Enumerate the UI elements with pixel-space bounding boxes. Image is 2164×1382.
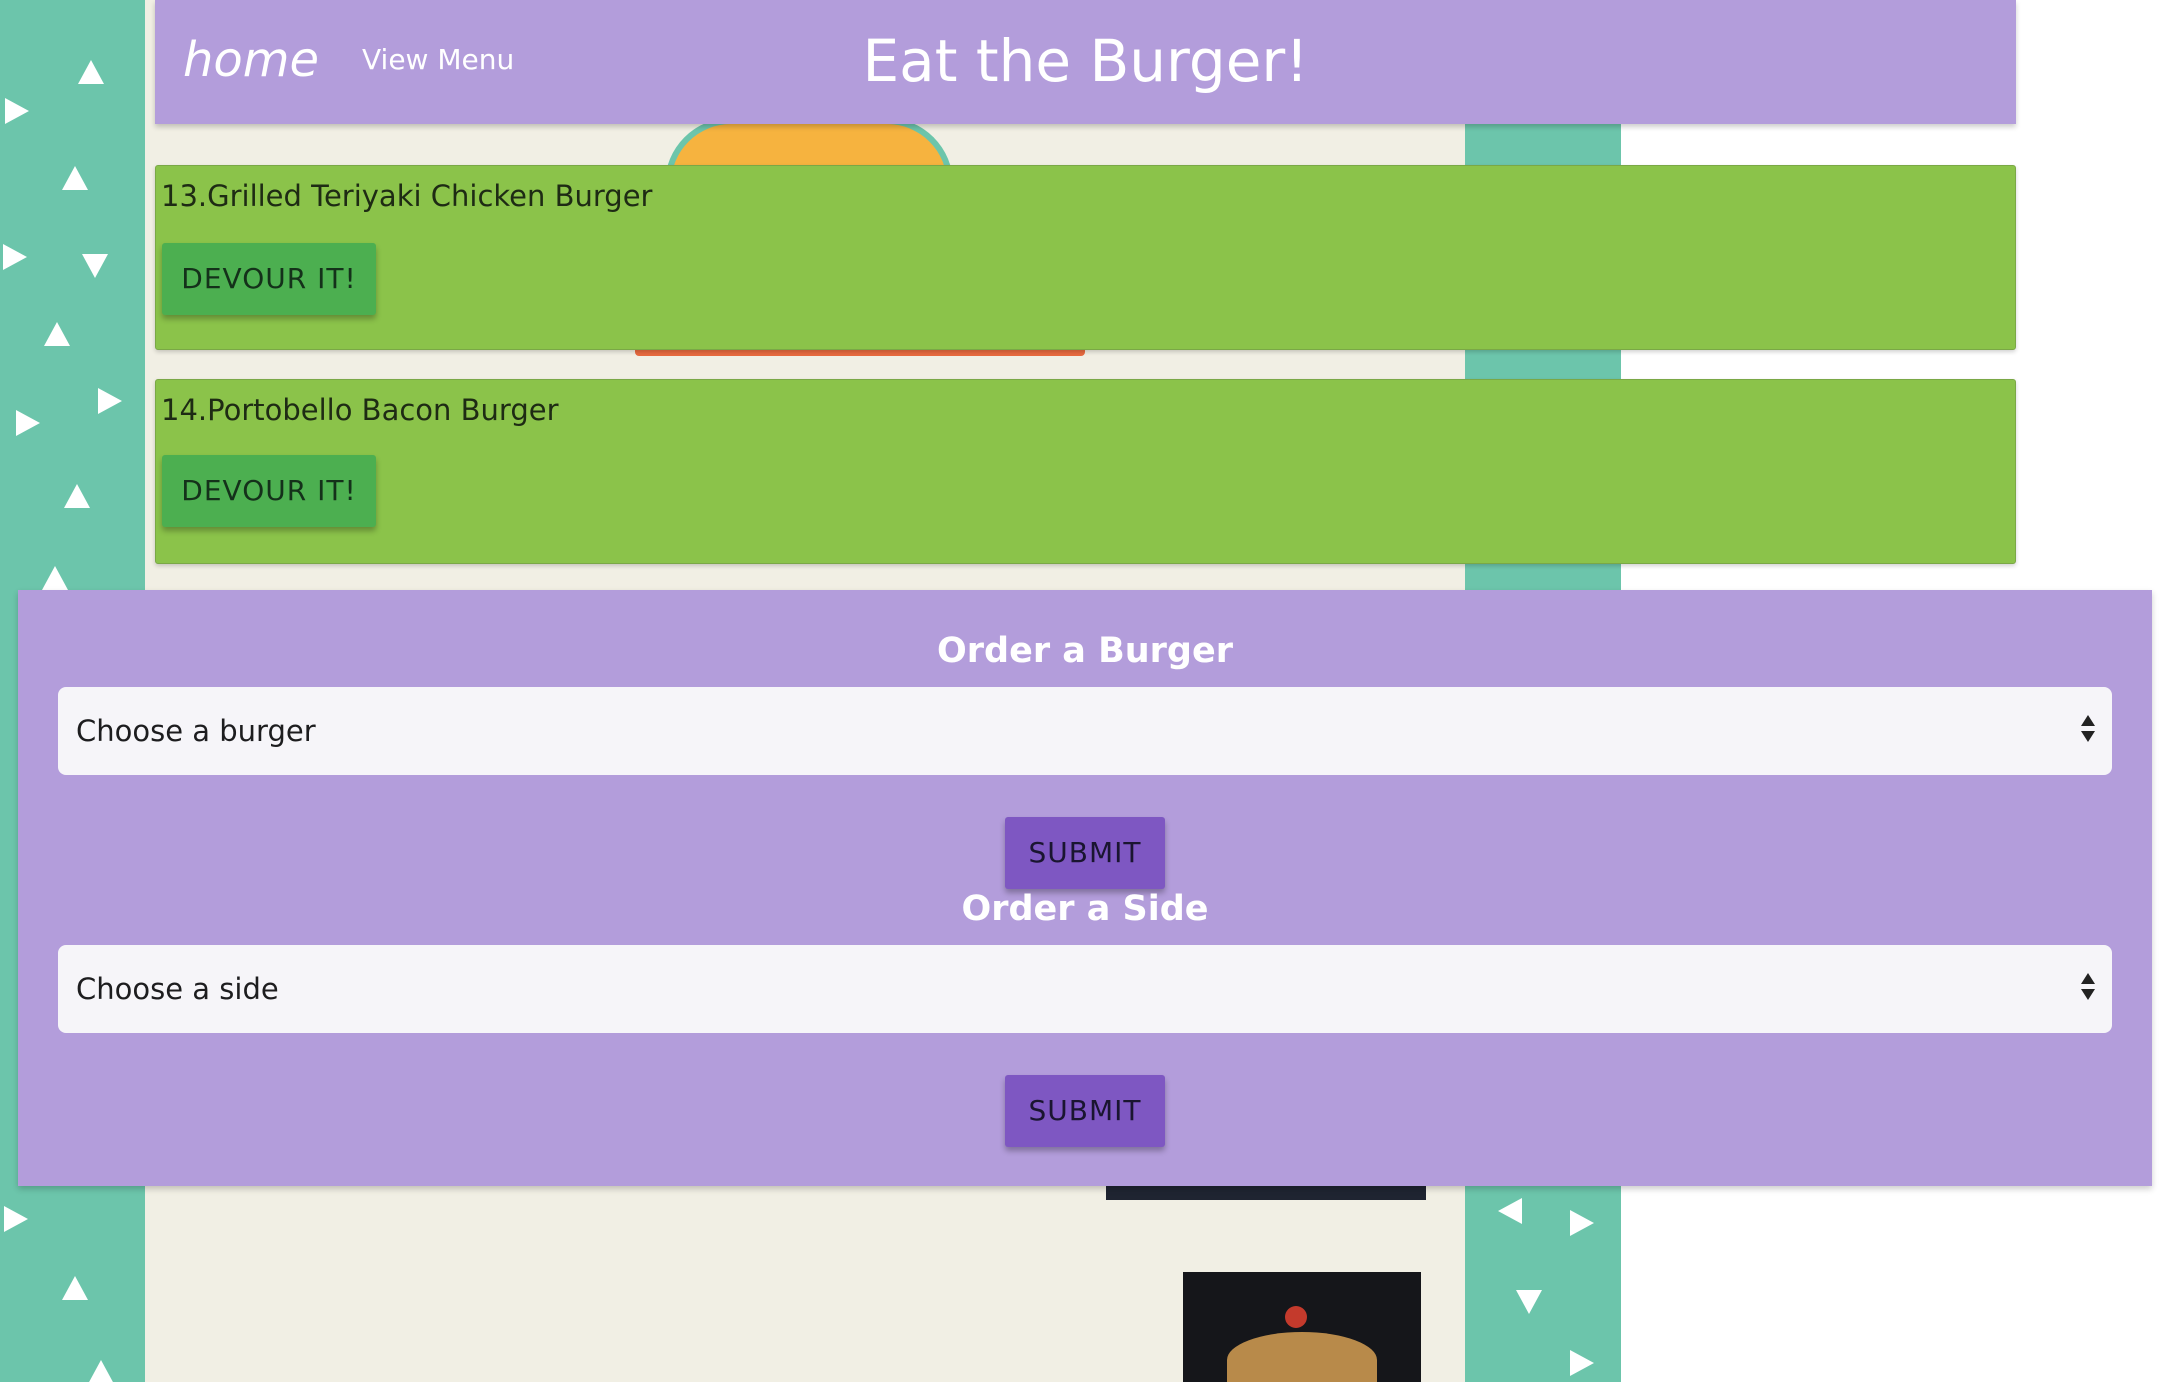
order-side-title: Order a Side: [961, 889, 1209, 929]
burger-select[interactable]: Choose a burger: [58, 687, 2112, 775]
triangle-decoration: [3, 244, 27, 270]
burger-photo-bun: [1227, 1332, 1377, 1382]
burger-name: 14.Portobello Bacon Burger: [161, 393, 559, 427]
triangle-decoration: [1498, 1198, 1522, 1224]
burger-photo: [1183, 1272, 1421, 1382]
side-select-value: Choose a side: [76, 972, 279, 1006]
triangle-decoration: [1516, 1290, 1542, 1314]
submit-burger-button[interactable]: SUBMIT: [1005, 817, 1165, 889]
side-select[interactable]: Choose a side: [58, 945, 2112, 1033]
burger-card: 14.Portobello Bacon Burger DEVOUR IT!: [155, 379, 2016, 564]
burger-card: 13.Grilled Teriyaki Chicken Burger DEVOU…: [155, 165, 2016, 350]
triangle-decoration: [62, 1276, 88, 1300]
burger-name: 13.Grilled Teriyaki Chicken Burger: [161, 179, 653, 213]
triangle-decoration: [5, 98, 29, 124]
triangle-decoration: [82, 254, 108, 278]
burger-select-value: Choose a burger: [76, 714, 316, 748]
devour-button[interactable]: DEVOUR IT!: [162, 455, 376, 527]
select-arrows-icon: [2080, 715, 2096, 747]
navbar: home View Menu Eat the Burger!: [155, 0, 2016, 124]
submit-side-button[interactable]: SUBMIT: [1005, 1075, 1165, 1147]
triangle-decoration: [16, 410, 40, 436]
triangle-decoration: [44, 322, 70, 346]
triangle-decoration: [1570, 1210, 1594, 1236]
order-panel: Order a Burger Choose a burger SUBMIT Or…: [18, 590, 2152, 1186]
triangle-decoration: [64, 484, 90, 508]
order-burger-title: Order a Burger: [937, 631, 1233, 671]
triangle-decoration: [88, 1360, 114, 1382]
devour-button[interactable]: DEVOUR IT!: [162, 243, 376, 315]
triangle-decoration: [78, 60, 104, 84]
burger-photo-tomato: [1285, 1306, 1307, 1328]
page-title: Eat the Burger!: [862, 27, 1309, 95]
triangle-decoration: [62, 166, 88, 190]
triangle-decoration: [98, 388, 122, 414]
triangle-decoration: [4, 1206, 28, 1232]
triangle-decoration: [42, 566, 68, 590]
select-arrows-icon: [2080, 973, 2096, 1005]
triangle-decoration: [1570, 1350, 1594, 1376]
